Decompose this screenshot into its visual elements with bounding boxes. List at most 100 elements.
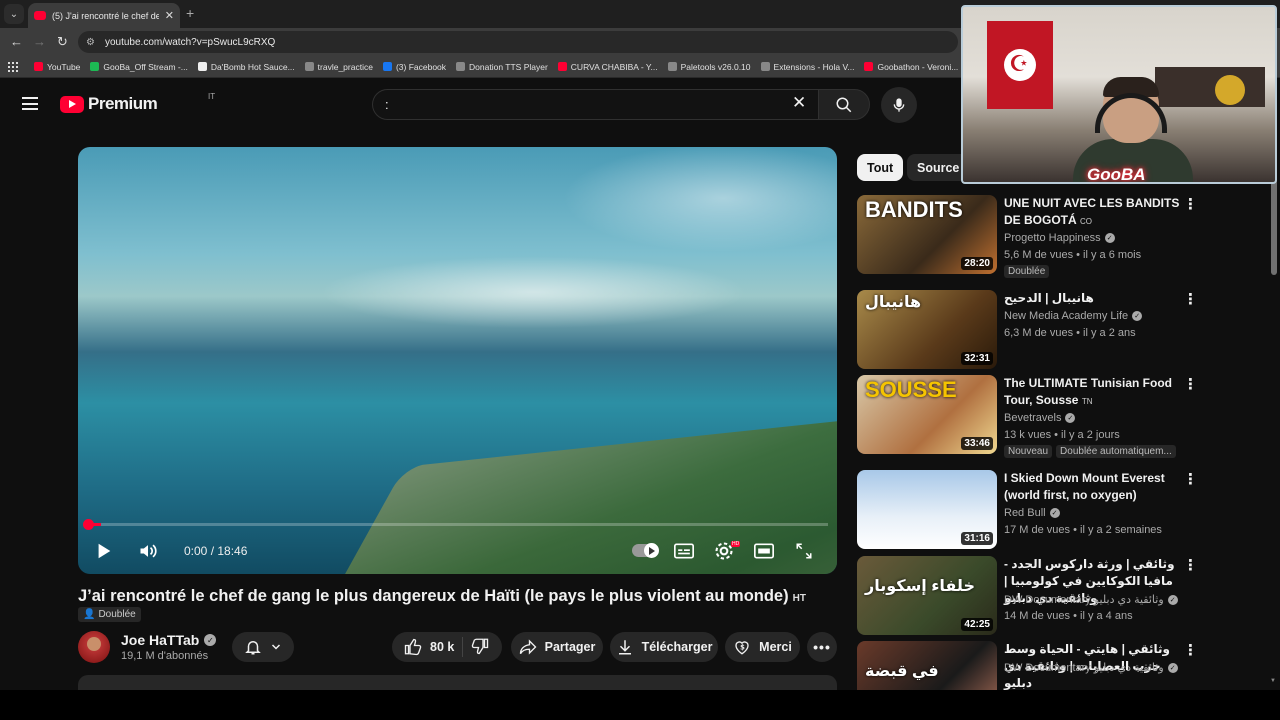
recommendation-channel[interactable]: DW Documentary وثائقية دي دبليو ✓ (1004, 593, 1178, 606)
more-vertical-icon[interactable]: ⋮ (1183, 292, 1198, 307)
play-button[interactable] (95, 538, 113, 564)
bookmark-item[interactable]: Goobathon - Veroni... (864, 62, 958, 72)
bookmark-item[interactable]: YouTube (34, 62, 80, 72)
apps-grid-icon[interactable] (8, 61, 18, 72)
super-thanks-icon: $ (735, 641, 749, 655)
like-count: 80 k (430, 640, 455, 654)
back-arrow-icon[interactable]: ← (10, 34, 23, 49)
autoplay-toggle[interactable] (632, 543, 659, 558)
fullscreen-button[interactable] (795, 538, 813, 564)
recommendation-channel[interactable]: Red Bull ✓ (1004, 507, 1060, 519)
more-vertical-icon[interactable]: ⋮ (1183, 197, 1198, 212)
thumbnail-text: هانيبال (865, 294, 922, 311)
scrubber-handle[interactable] (83, 519, 94, 530)
more-vertical-icon[interactable]: ⋮ (1183, 472, 1198, 487)
search-input[interactable]: : (372, 89, 818, 120)
recommendation-card[interactable]: BANDITS 28:20 UNE NUIT AVEC LES BANDITS DE… (857, 195, 1198, 278)
thumbs-up-icon (404, 638, 422, 656)
share-label: Partager (544, 640, 596, 654)
bookmark-item[interactable]: GooBa_Off Stream -... (90, 62, 188, 72)
bookmark-favicon-icon (197, 62, 207, 71)
new-tab-icon[interactable]: + (186, 5, 194, 21)
video-frame (78, 147, 837, 574)
dislike-button[interactable] (471, 637, 489, 658)
video-country-code: HT (792, 593, 806, 604)
recommendation-channel[interactable]: DW Documentary وثائقية دي دبليو ✓ (1004, 661, 1178, 674)
recommendation-channel[interactable]: Bevetravels ✓ (1004, 412, 1076, 424)
subscriber-count: 19,1 M d'abonnés (121, 650, 209, 662)
bookmark-item[interactable]: Paletools v26.0.10 (667, 61, 751, 72)
chip-all[interactable]: Tout (857, 154, 904, 181)
share-icon (519, 639, 537, 655)
thumbs-down-icon (472, 638, 489, 654)
bookmark-item[interactable]: (3) Facebook (382, 62, 446, 72)
thanks-button[interactable]: $ Merci (725, 632, 800, 662)
theater-mode-button[interactable] (754, 538, 774, 564)
share-button[interactable]: Partager (511, 632, 603, 662)
bookmark-favicon-icon (456, 62, 466, 71)
tab-close-icon[interactable]: ✕ (165, 9, 174, 22)
mute-button[interactable] (137, 538, 159, 564)
notifications-subscribe-button[interactable] (232, 632, 294, 662)
clear-search-icon[interactable]: ✕ (792, 93, 806, 113)
recommendation-channel[interactable]: Progetto Happiness ✓ (1004, 232, 1115, 244)
thanks-label: Merci (759, 640, 792, 654)
thumbnail-text: SOUSSE (865, 377, 957, 402)
bookmark-item[interactable]: CURVA CHABIBA - Y... (557, 62, 658, 72)
like-button[interactable]: 80 k (404, 638, 454, 656)
recommendation-card[interactable]: خلفاء إسكوبار 42:25 وثائقي | ورثة داركوس ا… (857, 556, 1198, 636)
subtitles-button[interactable] (674, 538, 694, 564)
bookmark-label: Paletools v26.0.10 (680, 61, 751, 72)
search-icon (836, 97, 852, 112)
download-button[interactable]: Télécharger (610, 632, 718, 662)
theater-icon (754, 543, 774, 559)
bookmark-item[interactable]: travle_practice (304, 62, 373, 72)
site-info-icon[interactable]: ⚙ (86, 37, 95, 48)
menu-icon[interactable] (22, 97, 38, 110)
scroll-down-arrow-icon[interactable]: ▼ (1270, 678, 1276, 684)
tunisian-flag (987, 21, 1053, 109)
channel-name: Red Bull (1004, 507, 1046, 519)
recommendation-thumbnail[interactable]: هانيبال 32:31 (857, 290, 997, 369)
channel-avatar[interactable] (78, 631, 110, 663)
search-button[interactable] (818, 89, 870, 120)
recommendation-card[interactable]: 31:16 I Skied Down Mount Everest (world f… (857, 470, 1198, 550)
bookmark-favicon-icon (557, 62, 567, 71)
recommendation-thumbnail[interactable]: SOUSSE 33:46 (857, 375, 997, 454)
forward-arrow-icon[interactable]: → (33, 34, 46, 49)
recommendation-card[interactable]: هانيبال 32:31 هانيبال | الدحيح New Media Ac… (857, 290, 1198, 370)
channel-name: DW Documentary وثائقية دي دبليو (1004, 594, 1164, 606)
bookmark-label: YouTube (47, 61, 81, 72)
progress-bar[interactable] (86, 523, 828, 526)
bookmark-item[interactable]: Donation TTS Player (456, 62, 548, 72)
channel-name-link[interactable]: Joe HaTTab ✓ (121, 632, 217, 648)
url-bar[interactable]: ⚙ youtube.com/watch?v=pSwucL9cRXQ (78, 31, 958, 53)
youtube-premium-logo[interactable]: Premium IT (60, 92, 215, 114)
recommendation-card[interactable]: SOUSSE 33:46 The ULTIMATE Tunisian Food To… (857, 375, 1198, 458)
browser-tab-active[interactable]: (5) J'ai rencontré le chef de gang le pl… (28, 3, 180, 28)
recommendation-thumbnail[interactable]: خلفاء إسكوبار 42:25 (857, 556, 997, 635)
recommendation-thumbnail[interactable]: BANDITS 28:20 (857, 195, 997, 274)
bookmark-item[interactable]: Extensions - Hola V... (760, 62, 854, 72)
bookmark-label: Goobathon - Veroni... (877, 61, 959, 72)
more-actions-button[interactable]: ••• (807, 632, 837, 662)
tab-search-dropdown-icon[interactable]: ⌄ (4, 4, 24, 24)
recommendation-channel[interactable]: New Media Academy Life ✓ (1004, 310, 1143, 322)
more-vertical-icon[interactable]: ⋮ (1183, 558, 1198, 573)
video-player[interactable] (78, 147, 837, 574)
verified-badge-icon: ✓ (1167, 594, 1178, 605)
more-vertical-icon[interactable]: ⋮ (1183, 643, 1198, 658)
download-icon (618, 640, 631, 655)
recommendation-title[interactable]: هانيبال | الدحيح (1004, 290, 1184, 307)
recommendation-title[interactable]: UNE NUIT AVEC LES BANDITS DE BOGOTÁ CO (1004, 195, 1184, 230)
voice-search-button[interactable] (881, 87, 917, 123)
recommendation-title[interactable]: The ULTIMATE Tunisian Food Tour, Sousse … (1004, 375, 1184, 410)
reload-icon[interactable]: ↻ (57, 34, 68, 50)
recommendation-title[interactable]: I Skied Down Mount Everest (world first,… (1004, 470, 1184, 504)
recommendation-thumbnail[interactable]: 31:16 (857, 470, 997, 549)
bookmark-item[interactable]: Da'Bomb Hot Sauce... (197, 62, 295, 72)
recommendation-meta: 17 M de vues • il y a 2 semaines (1004, 524, 1162, 536)
youtube-logo-icon (60, 95, 84, 113)
more-horizontal-icon: ••• (813, 639, 831, 655)
more-vertical-icon[interactable]: ⋮ (1183, 377, 1198, 392)
